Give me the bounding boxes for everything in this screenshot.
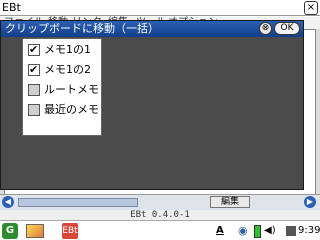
keyboard-icon[interactable] xyxy=(286,226,296,236)
wireless-icon[interactable]: ◉ xyxy=(238,223,250,239)
checkbox-root-memo[interactable] xyxy=(28,84,40,96)
list-item-label: 最近のメモ xyxy=(44,103,99,116)
checkbox-memo-1-2[interactable] xyxy=(28,63,40,76)
ime-indicator[interactable]: A xyxy=(216,223,226,239)
checkbox-memo-1-1[interactable] xyxy=(28,43,40,56)
app-title: EBt xyxy=(2,1,21,14)
scroll-left-icon[interactable]: ◀ xyxy=(2,196,14,208)
taskbar: G EBt A ◉ ◀) 9:39 xyxy=(0,220,320,240)
scroll-thumb[interactable] xyxy=(18,198,138,207)
memo-checklist: メモ1の1 メモ1の2 ルートメモ 最近のメモ xyxy=(22,38,102,136)
list-item[interactable]: メモ1の1 xyxy=(26,41,101,59)
dialog-header: クリップボードに移動（一括） ⊗ OK xyxy=(1,21,303,37)
dialog-title: クリップボードに移動（一括） xyxy=(5,22,159,35)
battery-icon[interactable] xyxy=(254,225,261,238)
volume-icon[interactable]: ◀) xyxy=(264,223,276,239)
list-item-label: メモ1の1 xyxy=(44,43,91,56)
move-to-clipboard-dialog: クリップボードに移動（一括） ⊗ OK メモ1の1 メモ1の2 ルートメモ 最近… xyxy=(0,20,304,190)
edit-button[interactable]: 編集 xyxy=(210,196,250,208)
app-titlebar: EBt × xyxy=(0,0,320,16)
dialog-close-icon[interactable]: ⊗ xyxy=(259,22,272,35)
checkbox-recent-memo[interactable] xyxy=(28,104,40,116)
list-item[interactable]: メモ1の2 xyxy=(26,61,101,79)
status-bar: EBt 0.4.0-1 xyxy=(0,210,320,220)
app-launcher-icon[interactable] xyxy=(26,224,44,238)
scroll-right-icon[interactable]: ▶ xyxy=(304,196,316,208)
horizontal-scrollbar[interactable]: ◀ ▶ xyxy=(0,194,320,210)
ok-button[interactable]: OK xyxy=(274,22,300,35)
list-item-label: メモ1の2 xyxy=(44,63,91,76)
ebt-app-icon[interactable]: EBt xyxy=(62,223,78,239)
close-icon[interactable]: × xyxy=(304,1,318,15)
start-menu-icon[interactable]: G xyxy=(2,223,18,239)
list-item-label: ルートメモ xyxy=(44,83,99,96)
list-item[interactable]: 最近のメモ xyxy=(26,101,101,119)
list-item[interactable]: ルートメモ xyxy=(26,81,101,99)
clock: 9:39 xyxy=(298,225,320,236)
